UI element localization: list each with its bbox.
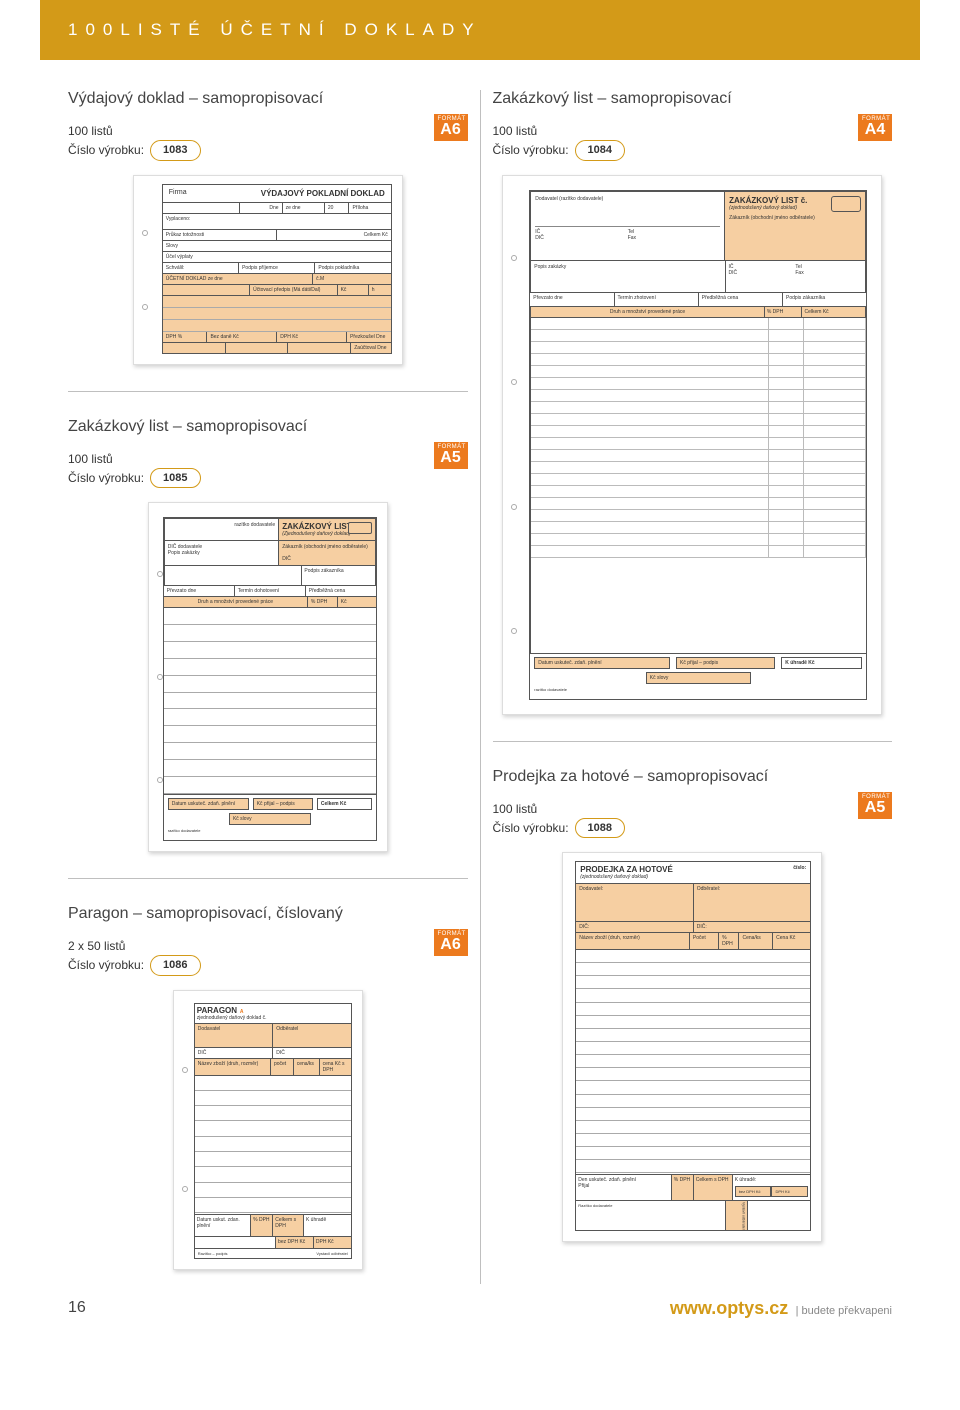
product-title: Zakázkový list – samopropisovací <box>68 418 307 436</box>
format-badge: FORMÁT A4 <box>858 114 892 141</box>
format-badge: FORMÁT A5 <box>434 442 468 469</box>
sheets-label: 100 listů <box>493 122 732 140</box>
right-column: Zakázkový list – samopropisovací 100 lis… <box>481 90 905 1284</box>
format-badge: FORMÁT A6 <box>434 114 468 141</box>
sku-label: Číslo výrobku: <box>493 141 569 159</box>
product-1085: Zakázkový list – samopropisovací 100 lis… <box>68 418 468 853</box>
sku-label: Číslo výrobku: <box>68 956 144 974</box>
product-title: Prodejka za hotové – samopropisovací <box>493 768 769 786</box>
sheets-label: 100 listů <box>493 800 769 818</box>
footer-tagline: | budete překvapeni <box>796 1305 892 1317</box>
sku-value: 1086 <box>150 955 200 976</box>
sku-value: 1085 <box>150 468 200 489</box>
form-preview-1088: PRODEJKA ZA HOTOVÉ (zjednodušený daňový … <box>562 852 822 1242</box>
sku-label: Číslo výrobku: <box>68 469 144 487</box>
sku-value: 1083 <box>150 140 200 161</box>
sku-value: 1084 <box>575 140 625 161</box>
sku-value: 1088 <box>575 818 625 839</box>
product-1086: Paragon – samopropisovací, číslovaný 2 x… <box>68 905 468 1270</box>
form-preview-1085: razítko dodavatele ZAKÁZKOVÝ LIST č. (Zj… <box>148 502 388 852</box>
page-heading: 100LISTÉ ÚČETNÍ DOKLADY <box>40 0 920 60</box>
format-badge: FORMÁT A5 <box>858 792 892 819</box>
product-title: Paragon – samopropisovací, číslovaný <box>68 905 343 923</box>
product-title: Výdajový doklad – samopropisovací <box>68 90 323 108</box>
form-preview-1083: Firma VÝDAJOVÝ POKLADNÍ DOKLAD Dneze dne… <box>133 175 403 365</box>
sheets-label: 100 listů <box>68 450 307 468</box>
sheets-label: 2 x 50 listů <box>68 937 343 955</box>
footer-url: www.optys.cz <box>670 1298 788 1318</box>
product-1088: Prodejka za hotové – samopropisovací 100… <box>493 768 893 1243</box>
sku-label: Číslo výrobku: <box>68 141 144 159</box>
format-badge: FORMÁT A6 <box>434 929 468 956</box>
page-footer: 16 www.optys.cz | budete překvapeni <box>40 1284 920 1333</box>
sheets-label: 100 listů <box>68 122 323 140</box>
product-title: Zakázkový list – samopropisovací <box>493 90 732 108</box>
left-column: Výdajový doklad – samopropisovací 100 li… <box>56 90 480 1284</box>
page-number: 16 <box>68 1299 86 1317</box>
product-1084: Zakázkový list – samopropisovací 100 lis… <box>493 90 893 715</box>
form-preview-1084: Dodavatel (razítko dodavatele) IČTel DIČ… <box>502 175 882 715</box>
product-1083: Výdajový doklad – samopropisovací 100 li… <box>68 90 468 365</box>
form-preview-1086: PARAGON A zjednodušený daňový doklad č. … <box>173 990 363 1270</box>
sku-label: Číslo výrobku: <box>493 819 569 837</box>
